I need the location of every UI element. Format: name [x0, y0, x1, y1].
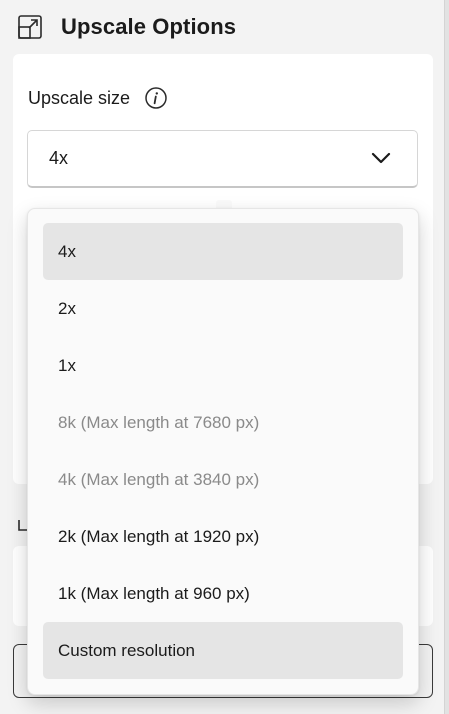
info-icon[interactable] — [144, 86, 168, 110]
dropdown-option-2x[interactable]: 2x — [43, 280, 403, 337]
dropdown-option-8k: 8k (Max length at 7680 px) — [58, 412, 260, 432]
upscale-size-label: Upscale size — [28, 87, 131, 108]
resize-expand-icon — [18, 15, 42, 39]
dropdown-option-custom[interactable]: Custom resolution — [43, 622, 403, 679]
dropdown-option-2k[interactable]: 2k (Max length at 1920 px) — [43, 508, 403, 565]
dropdown-option-4x[interactable]: 4x — [43, 223, 403, 280]
dropdown-option-1k[interactable]: 1k (Max length at 960 px) — [43, 565, 403, 622]
panel-title: Upscale Options — [61, 14, 237, 39]
dropdown-option-4k: 4k (Max length at 3840 px) — [58, 469, 260, 489]
upscale-size-row: Upscale size — [28, 84, 168, 112]
chevron-down-icon — [371, 152, 391, 164]
upscale-size-select[interactable]: 4x — [27, 130, 418, 188]
upscale-size-value: 4x — [49, 148, 69, 168]
scrollbar-track[interactable] — [444, 0, 449, 714]
dropdown-option-1x[interactable]: 1x — [43, 337, 403, 394]
panel-header: Upscale Options — [17, 12, 236, 42]
